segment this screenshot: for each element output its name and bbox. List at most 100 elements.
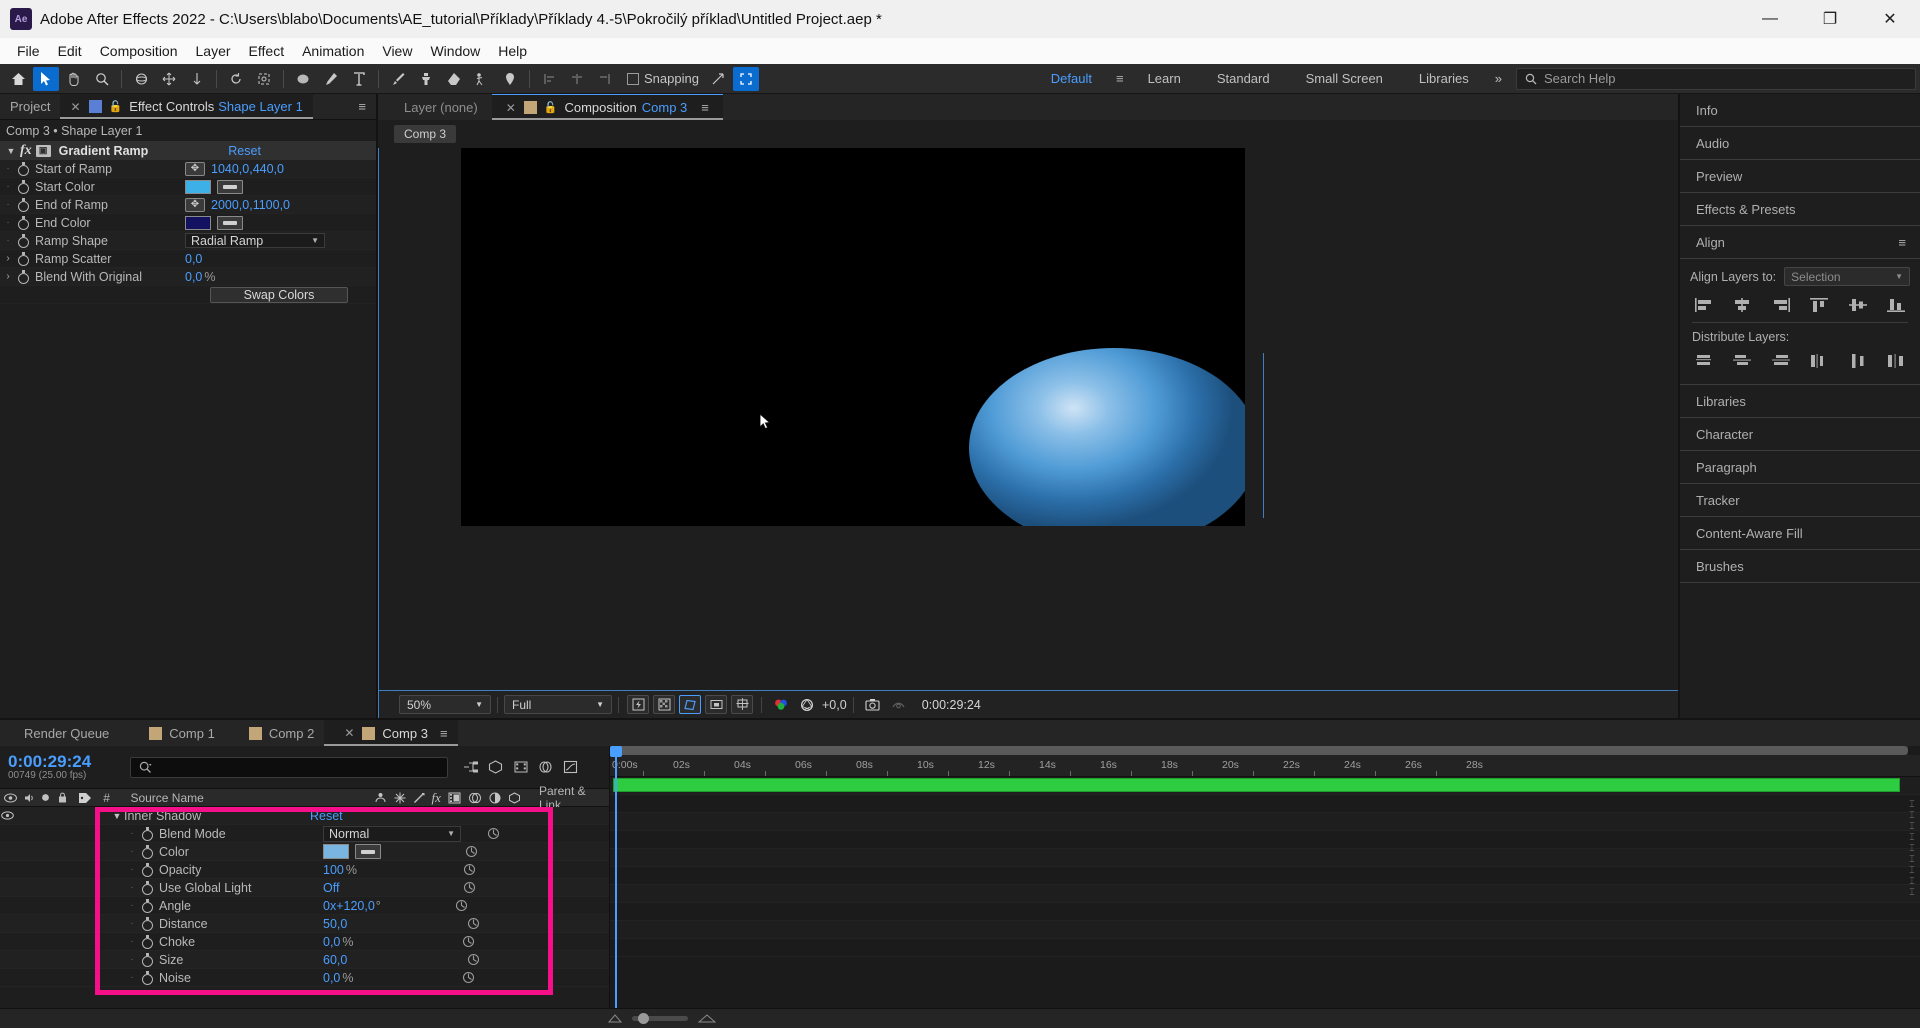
viewer-panel-menu-icon[interactable]: ≡ (701, 100, 709, 115)
align-top-icon[interactable] (1807, 296, 1831, 314)
zoom-in-timeline-icon[interactable] (698, 1014, 716, 1023)
sidebar-section-paragraph[interactable]: Paragraph (1680, 451, 1920, 484)
video-toggle-icon[interactable] (0, 793, 21, 803)
stopwatch-icon[interactable] (140, 827, 154, 841)
shy-switch-icon[interactable] (374, 792, 387, 803)
parent-link-pickwhip-icon[interactable] (463, 863, 476, 876)
column-number-label[interactable]: # (97, 791, 130, 805)
snapping-checkbox[interactable] (627, 73, 639, 85)
distribute-horizontal-center-icon[interactable] (1846, 352, 1870, 370)
sidebar-section-libraries[interactable]: Libraries (1680, 385, 1920, 418)
lock-toggle-icon[interactable] (53, 792, 72, 803)
track-row[interactable] (610, 921, 1920, 939)
align-left-icon[interactable] (536, 67, 562, 91)
snapshot-camera-icon[interactable] (862, 695, 884, 714)
rotation-tool-icon[interactable] (223, 67, 249, 91)
fast-preview-icon[interactable] (627, 695, 649, 714)
position-picker-icon[interactable]: ✥ (185, 162, 205, 176)
pan-tool-icon[interactable] (156, 67, 182, 91)
eyedropper-icon[interactable] (217, 216, 243, 230)
exposure-icon[interactable] (796, 695, 818, 714)
viewer-canvas-area[interactable] (378, 148, 1678, 690)
motion-blur-switch-icon[interactable] (468, 792, 482, 804)
distribute-left-icon[interactable] (1807, 352, 1831, 370)
lock-icon[interactable]: 🔓 (109, 100, 123, 113)
stopwatch-icon[interactable] (16, 180, 30, 194)
property-row-angle[interactable]: · Angle 0x+120,0 ° (0, 897, 609, 915)
shy-layers-icon[interactable] (533, 760, 558, 774)
ramp-shape-dropdown[interactable]: Radial Ramp ▼ (185, 233, 325, 248)
align-vertical-center-icon[interactable] (1846, 296, 1870, 314)
align-bottom-icon[interactable] (1884, 296, 1908, 314)
sidebar-section-brushes[interactable]: Brushes (1680, 550, 1920, 583)
distribute-bottom-icon[interactable] (1769, 352, 1793, 370)
property-value[interactable]: 0,0 (185, 270, 202, 284)
property-row-start-of-ramp[interactable]: · Start of Ramp ✥ 1040,0,440,0 (0, 160, 376, 178)
sidebar-section-align[interactable]: Align ≡ (1680, 226, 1920, 259)
track-row[interactable] (610, 903, 1920, 921)
align-horizontal-center-icon[interactable] (1730, 296, 1754, 314)
text-tool-icon[interactable] (346, 67, 372, 91)
zoom-out-timeline-icon[interactable] (608, 1014, 622, 1023)
eye-visibility-icon[interactable] (0, 811, 14, 820)
tab-comp-2[interactable]: Comp 2 (225, 720, 325, 746)
eyedropper-icon[interactable] (355, 844, 381, 859)
property-value[interactable]: 60,0 (323, 953, 347, 967)
stopwatch-icon[interactable] (16, 162, 30, 176)
distribute-vertical-center-icon[interactable] (1730, 352, 1754, 370)
resolution-dropdown[interactable]: Full ▼ (504, 695, 612, 714)
composition-mini-flowchart-icon[interactable] (458, 760, 483, 774)
property-value[interactable]: 0x+120,0 (323, 899, 375, 913)
menu-view[interactable]: View (373, 40, 421, 62)
timeline-current-time-block[interactable]: 0:00:29:24 00749 (25.00 fps) (8, 753, 116, 782)
exposure-value[interactable]: +0,0 (822, 698, 847, 712)
channels-icon[interactable] (770, 695, 792, 714)
property-row-end-color[interactable]: · End Color (0, 214, 376, 232)
snap-arrow-icon[interactable] (705, 67, 731, 91)
property-row-end-of-ramp[interactable]: · End of Ramp ✥ 2000,0,1100,0 (0, 196, 376, 214)
label-tag-icon[interactable] (72, 792, 97, 804)
tab-project[interactable]: Project (0, 94, 60, 119)
parent-link-pickwhip-icon[interactable] (463, 881, 476, 894)
timeline-current-time[interactable]: 0:00:29:24 (8, 753, 116, 771)
stopwatch-icon[interactable] (140, 971, 154, 985)
snapping-toggle[interactable]: Snapping (627, 71, 699, 86)
align-panel-menu-icon[interactable]: ≡ (1898, 235, 1920, 250)
stopwatch-icon[interactable] (140, 917, 154, 931)
tab-composition[interactable]: ✕ 🔓 Composition Comp 3 ≡ (492, 94, 723, 120)
property-row-blend-with-original[interactable]: › Blend With Original 0,0 % (0, 268, 376, 286)
stopwatch-icon[interactable] (16, 252, 30, 266)
sidebar-section-effects-presets[interactable]: Effects & Presets (1680, 193, 1920, 226)
color-swatch-end[interactable] (185, 216, 211, 230)
workspace-overflow-icon[interactable]: » (1487, 71, 1510, 86)
workspace-standard[interactable]: Standard (1199, 64, 1288, 93)
effect-reset-link[interactable]: Reset (228, 144, 261, 158)
tab-layer[interactable]: Layer (none) (378, 94, 492, 120)
gradient-shape-layer[interactable] (969, 348, 1245, 526)
snap-grid-icon[interactable] (733, 67, 759, 91)
sidebar-section-content-aware-fill[interactable]: Content-Aware Fill (1680, 517, 1920, 550)
stopwatch-icon[interactable] (140, 953, 154, 967)
frame-blend-switch-icon[interactable] (448, 792, 461, 804)
tab-effect-controls[interactable]: ✕ 🔓 Effect Controls Shape Layer 1 (60, 94, 312, 119)
chevron-right-icon[interactable]: › (0, 253, 16, 264)
menu-help[interactable]: Help (489, 40, 536, 62)
adjustment-layer-switch-icon[interactable] (489, 792, 501, 804)
effect-header-gradient-ramp[interactable]: ▼ fx ▣ Gradient Ramp Reset (0, 141, 376, 160)
viewer-timecode[interactable]: 0:00:29:24 (922, 698, 981, 712)
sidebar-section-info[interactable]: Info (1680, 94, 1920, 127)
property-row-start-color[interactable]: · Start Color (0, 178, 376, 196)
composition-canvas[interactable] (461, 148, 1245, 526)
align-center-icon[interactable] (564, 67, 590, 91)
menu-window[interactable]: Window (421, 40, 489, 62)
workspace-menu-icon[interactable]: ≡ (1110, 71, 1130, 86)
brush-tool-icon[interactable] (385, 67, 411, 91)
timeline-search-input[interactable] (130, 757, 448, 778)
camera-view-icon[interactable] (731, 695, 753, 714)
pen-tool-icon[interactable] (318, 67, 344, 91)
effects-switch-icon[interactable]: fx (432, 790, 441, 806)
stopwatch-icon[interactable] (140, 935, 154, 949)
swap-colors-button[interactable]: Swap Colors (210, 287, 348, 303)
property-value[interactable]: 1040,0,440,0 (211, 162, 284, 176)
motion-blur-film-icon[interactable] (508, 760, 533, 774)
